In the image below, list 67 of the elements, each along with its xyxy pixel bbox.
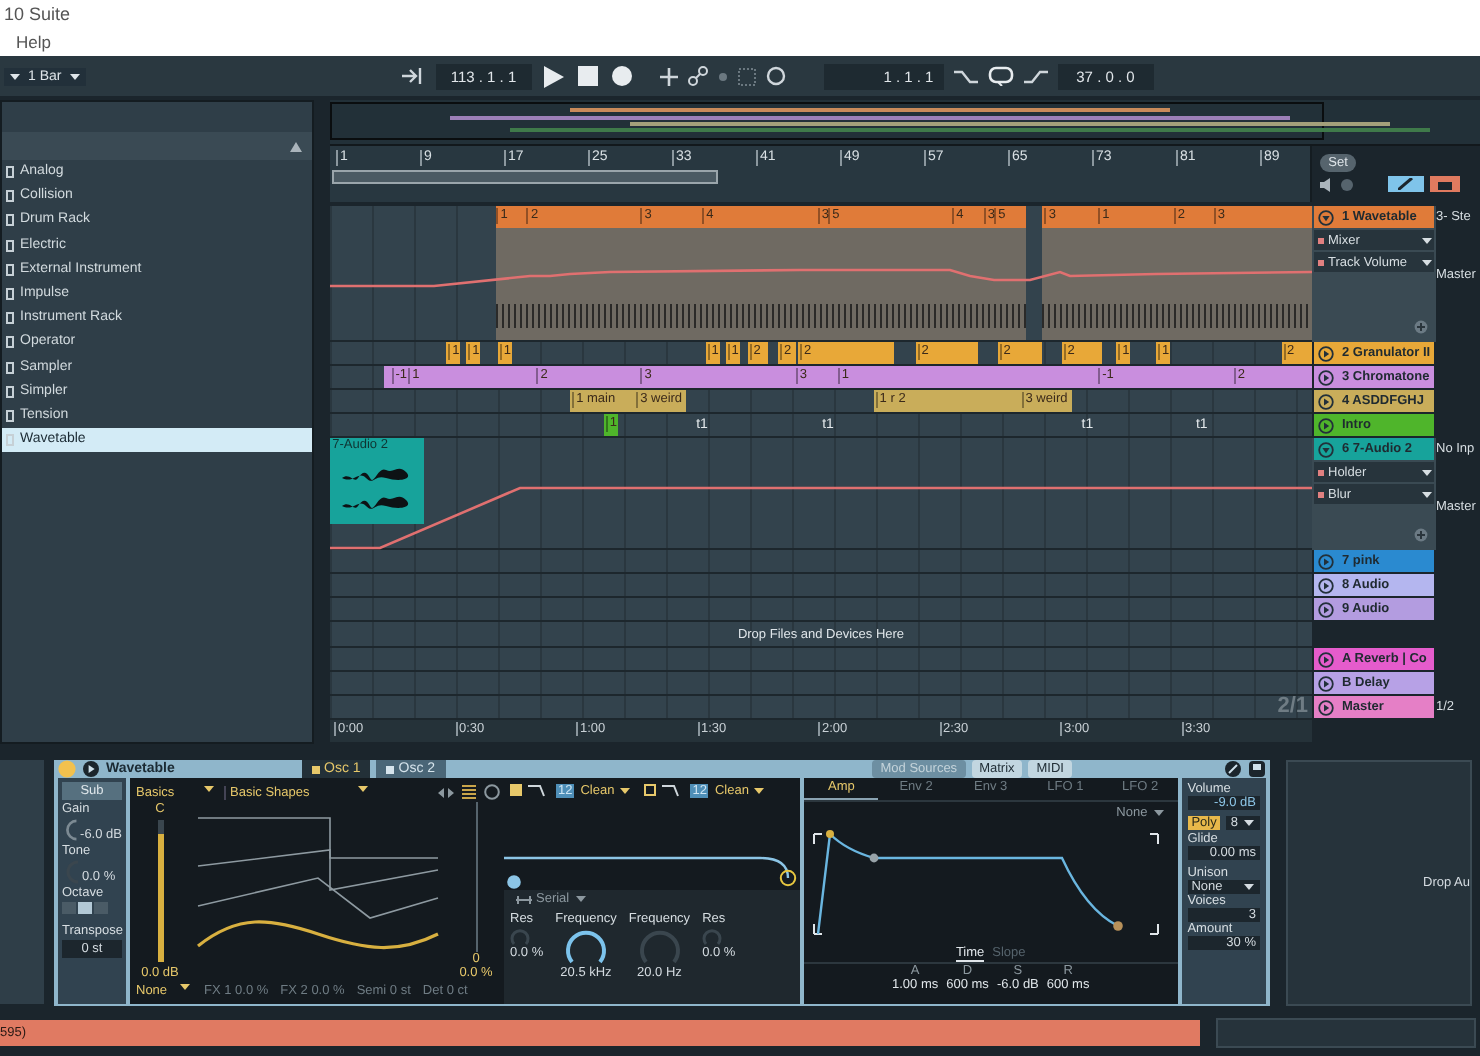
stop-icon[interactable] — [577, 66, 598, 86]
fold-icon[interactable] — [1318, 675, 1334, 691]
circle-icon[interactable] — [484, 784, 500, 800]
caret-icon — [1153, 810, 1164, 816]
arrangement-overview-drawing[interactable] — [330, 100, 1480, 146]
link-icon[interactable] — [687, 66, 708, 86]
record-arm-button[interactable] — [1430, 176, 1461, 192]
play-circle-icon[interactable] — [82, 760, 100, 778]
caret-icon — [620, 787, 631, 793]
collapse-icon[interactable] — [290, 141, 302, 151]
lowpass-icon[interactable] — [662, 783, 685, 797]
fold-icon[interactable] — [1318, 345, 1334, 361]
caret-icon — [575, 896, 586, 902]
caret-icon — [1422, 259, 1432, 265]
follow-icon[interactable] — [401, 68, 426, 84]
filter-toggle[interactable] — [644, 784, 657, 796]
lowpass-icon[interactable] — [528, 783, 550, 797]
caret-icon — [204, 785, 214, 791]
fold-icon[interactable] — [1318, 369, 1334, 385]
caret-icon — [180, 983, 190, 989]
save-icon[interactable] — [1248, 760, 1266, 778]
loop-brace[interactable] — [332, 170, 718, 184]
caret-icon — [1244, 884, 1254, 890]
caret-icon — [1422, 469, 1432, 475]
fold-icon[interactable] — [1318, 393, 1334, 409]
add-lane-icon[interactable] — [1414, 320, 1428, 334]
gain-knob[interactable] — [62, 818, 81, 842]
caret-icon — [1244, 820, 1254, 826]
filter-toggle[interactable] — [510, 784, 522, 796]
caret-icon — [1422, 237, 1432, 243]
fold-icon[interactable] — [1318, 441, 1334, 457]
caret-icon — [69, 73, 80, 79]
curve-icon[interactable] — [1023, 67, 1048, 85]
dot-icon[interactable] — [717, 71, 728, 81]
list-icon[interactable] — [462, 784, 476, 800]
page-indicator: 2/1 — [1277, 696, 1308, 718]
pencil-icon — [1398, 178, 1415, 190]
audio-clip-waveform-drawing — [330, 458, 425, 524]
window-title: 10 Suite — [4, 4, 71, 24]
add-lane-icon[interactable] — [1414, 528, 1428, 542]
link-icon — [516, 895, 532, 903]
hot-swap-icon[interactable] — [1224, 760, 1242, 778]
caret-icon — [10, 73, 20, 79]
curve-icon[interactable] — [953, 67, 978, 85]
fold-icon[interactable] — [1318, 209, 1334, 225]
fold-icon[interactable] — [1318, 577, 1334, 593]
menu-item[interactable]: Help — [16, 32, 51, 52]
speaker-icon[interactable] — [1320, 177, 1335, 191]
add-icon[interactable] — [659, 67, 678, 85]
caret-icon — [358, 785, 368, 791]
fold-icon[interactable] — [1318, 417, 1334, 433]
caret-icon — [1422, 491, 1432, 497]
caret-icon — [754, 787, 765, 793]
folder-icon — [1438, 179, 1453, 189]
loop-icon[interactable] — [987, 66, 1014, 86]
fold-icon[interactable] — [1318, 553, 1334, 569]
play-icon[interactable] — [543, 65, 564, 87]
dotted-square-icon[interactable] — [737, 67, 756, 85]
record-icon[interactable] — [611, 66, 632, 86]
draw-mode-button[interactable] — [1388, 176, 1425, 192]
arrows-icon[interactable] — [438, 787, 454, 797]
fold-icon[interactable] — [1318, 651, 1334, 667]
dot-icon[interactable] — [1340, 177, 1355, 191]
fold-icon[interactable] — [1318, 699, 1334, 715]
circle-icon[interactable] — [765, 66, 786, 86]
fold-icon[interactable] — [1318, 601, 1334, 617]
knob[interactable] — [563, 926, 608, 966]
